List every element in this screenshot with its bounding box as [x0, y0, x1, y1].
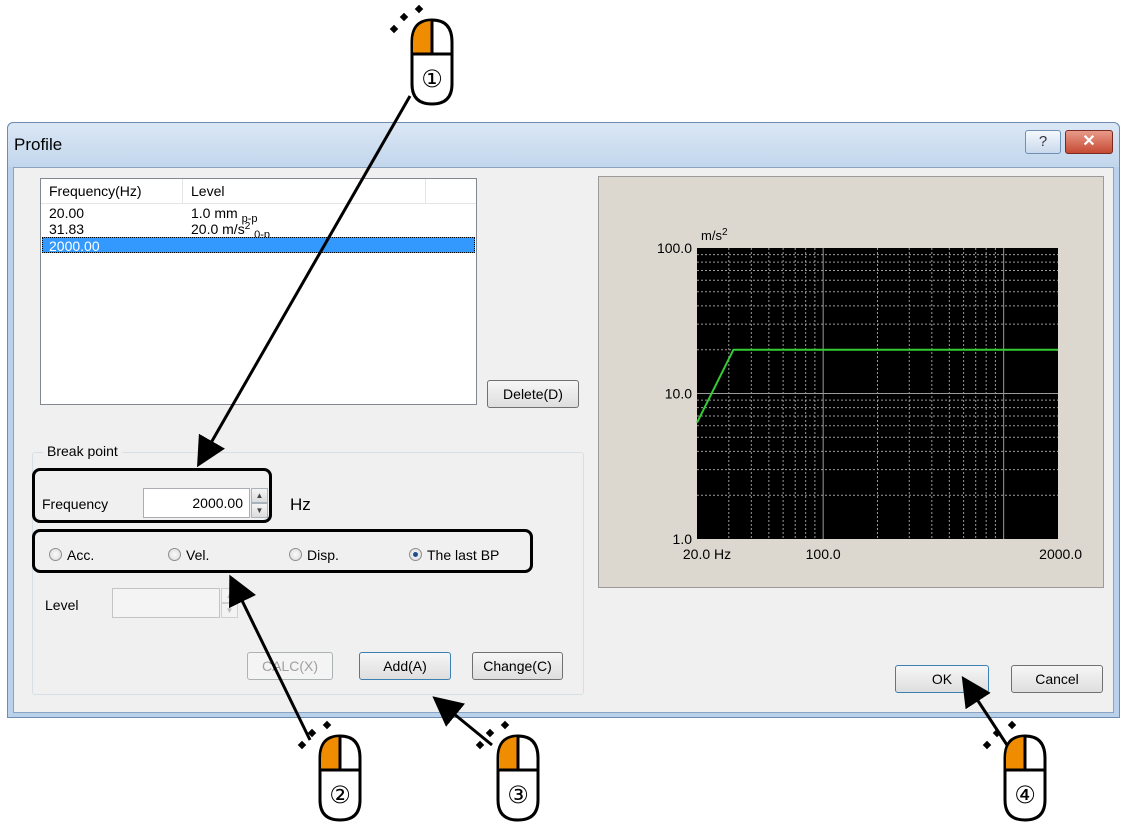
- level-input[interactable]: [112, 588, 220, 618]
- x-tick-label: 2000.0: [1039, 546, 1082, 562]
- callout-number: ②: [329, 781, 351, 809]
- calc-button[interactable]: CALC(X): [247, 652, 333, 680]
- close-button[interactable]: ✕: [1065, 130, 1113, 154]
- mouse-callout-icon: ④: [982, 720, 1047, 822]
- cancel-button[interactable]: Cancel: [1011, 665, 1103, 693]
- spin-up-icon[interactable]: ▲: [221, 588, 238, 603]
- y-tick-label: 1.0: [673, 531, 693, 547]
- column-header-level[interactable]: Level: [183, 179, 426, 203]
- breakpoint-list[interactable]: Frequency(Hz) Level 20.00 1.0 mm p-p 31.…: [40, 178, 477, 405]
- delete-button[interactable]: Delete(D): [487, 380, 579, 408]
- change-button[interactable]: Change(C): [472, 652, 563, 680]
- callout-number: ④: [1014, 781, 1036, 809]
- column-header-frequency[interactable]: Frequency(Hz): [41, 179, 183, 203]
- y-unit-label: m/s2: [701, 227, 728, 243]
- frequency-highlight-outline: [32, 468, 272, 523]
- mouse-callout-icon: ③: [475, 720, 540, 822]
- column-header-empty: [426, 179, 476, 203]
- list-cell-frequency: 2000.00: [49, 238, 100, 254]
- list-item[interactable]: 31.83 20.0 m/s2 0-p: [42, 221, 475, 241]
- radio-highlight-outline: [32, 529, 533, 573]
- level-spinner[interactable]: ▲ ▼: [221, 588, 238, 618]
- x-tick-label: 100.0: [806, 546, 841, 562]
- frequency-unit: Hz: [290, 495, 311, 514]
- list-cell-frequency: 31.83: [49, 221, 85, 237]
- mouse-callout-icon: ①: [389, 4, 454, 106]
- profile-dialog: Profile ? ✕ Frequency(Hz) Level 20.00 1.…: [7, 122, 1120, 718]
- list-cell-frequency: 20.00: [49, 205, 85, 221]
- title-bar: Profile ? ✕: [8, 123, 1119, 167]
- y-tick-label: 100.0: [657, 240, 692, 256]
- help-button[interactable]: ?: [1025, 130, 1061, 154]
- profile-chart: 100.0 10.0 1.0 m/s2 20.0 Hz 100.0 2000.0: [657, 227, 1082, 562]
- callout-number: ①: [421, 65, 443, 93]
- level-label: Level: [45, 597, 79, 613]
- dialog-title: Profile: [14, 135, 63, 154]
- list-item[interactable]: 20.00 1.0 mm p-p: [42, 205, 475, 225]
- level-superscript: 2: [244, 221, 251, 232]
- callout-number: ③: [507, 781, 529, 809]
- dialog-client-area: Frequency(Hz) Level 20.00 1.0 mm p-p 31.…: [13, 167, 1114, 713]
- ok-button[interactable]: OK: [895, 665, 989, 693]
- list-item-selected[interactable]: 2000.00: [42, 237, 475, 254]
- group-title: Break point: [43, 443, 122, 459]
- spin-down-icon[interactable]: ▼: [221, 603, 238, 618]
- x-tick-label: 20.0 Hz: [683, 546, 731, 562]
- mouse-callout-icon: ②: [297, 720, 362, 822]
- level-text: 20.0 m/s: [191, 221, 245, 237]
- add-button[interactable]: Add(A): [359, 652, 451, 680]
- list-header: Frequency(Hz) Level: [41, 179, 476, 204]
- y-tick-label: 10.0: [665, 386, 692, 402]
- level-text: 1.0 mm: [191, 205, 238, 221]
- profile-chart-panel: 100.0 10.0 1.0 m/s2 20.0 Hz 100.0 2000.0: [598, 176, 1104, 588]
